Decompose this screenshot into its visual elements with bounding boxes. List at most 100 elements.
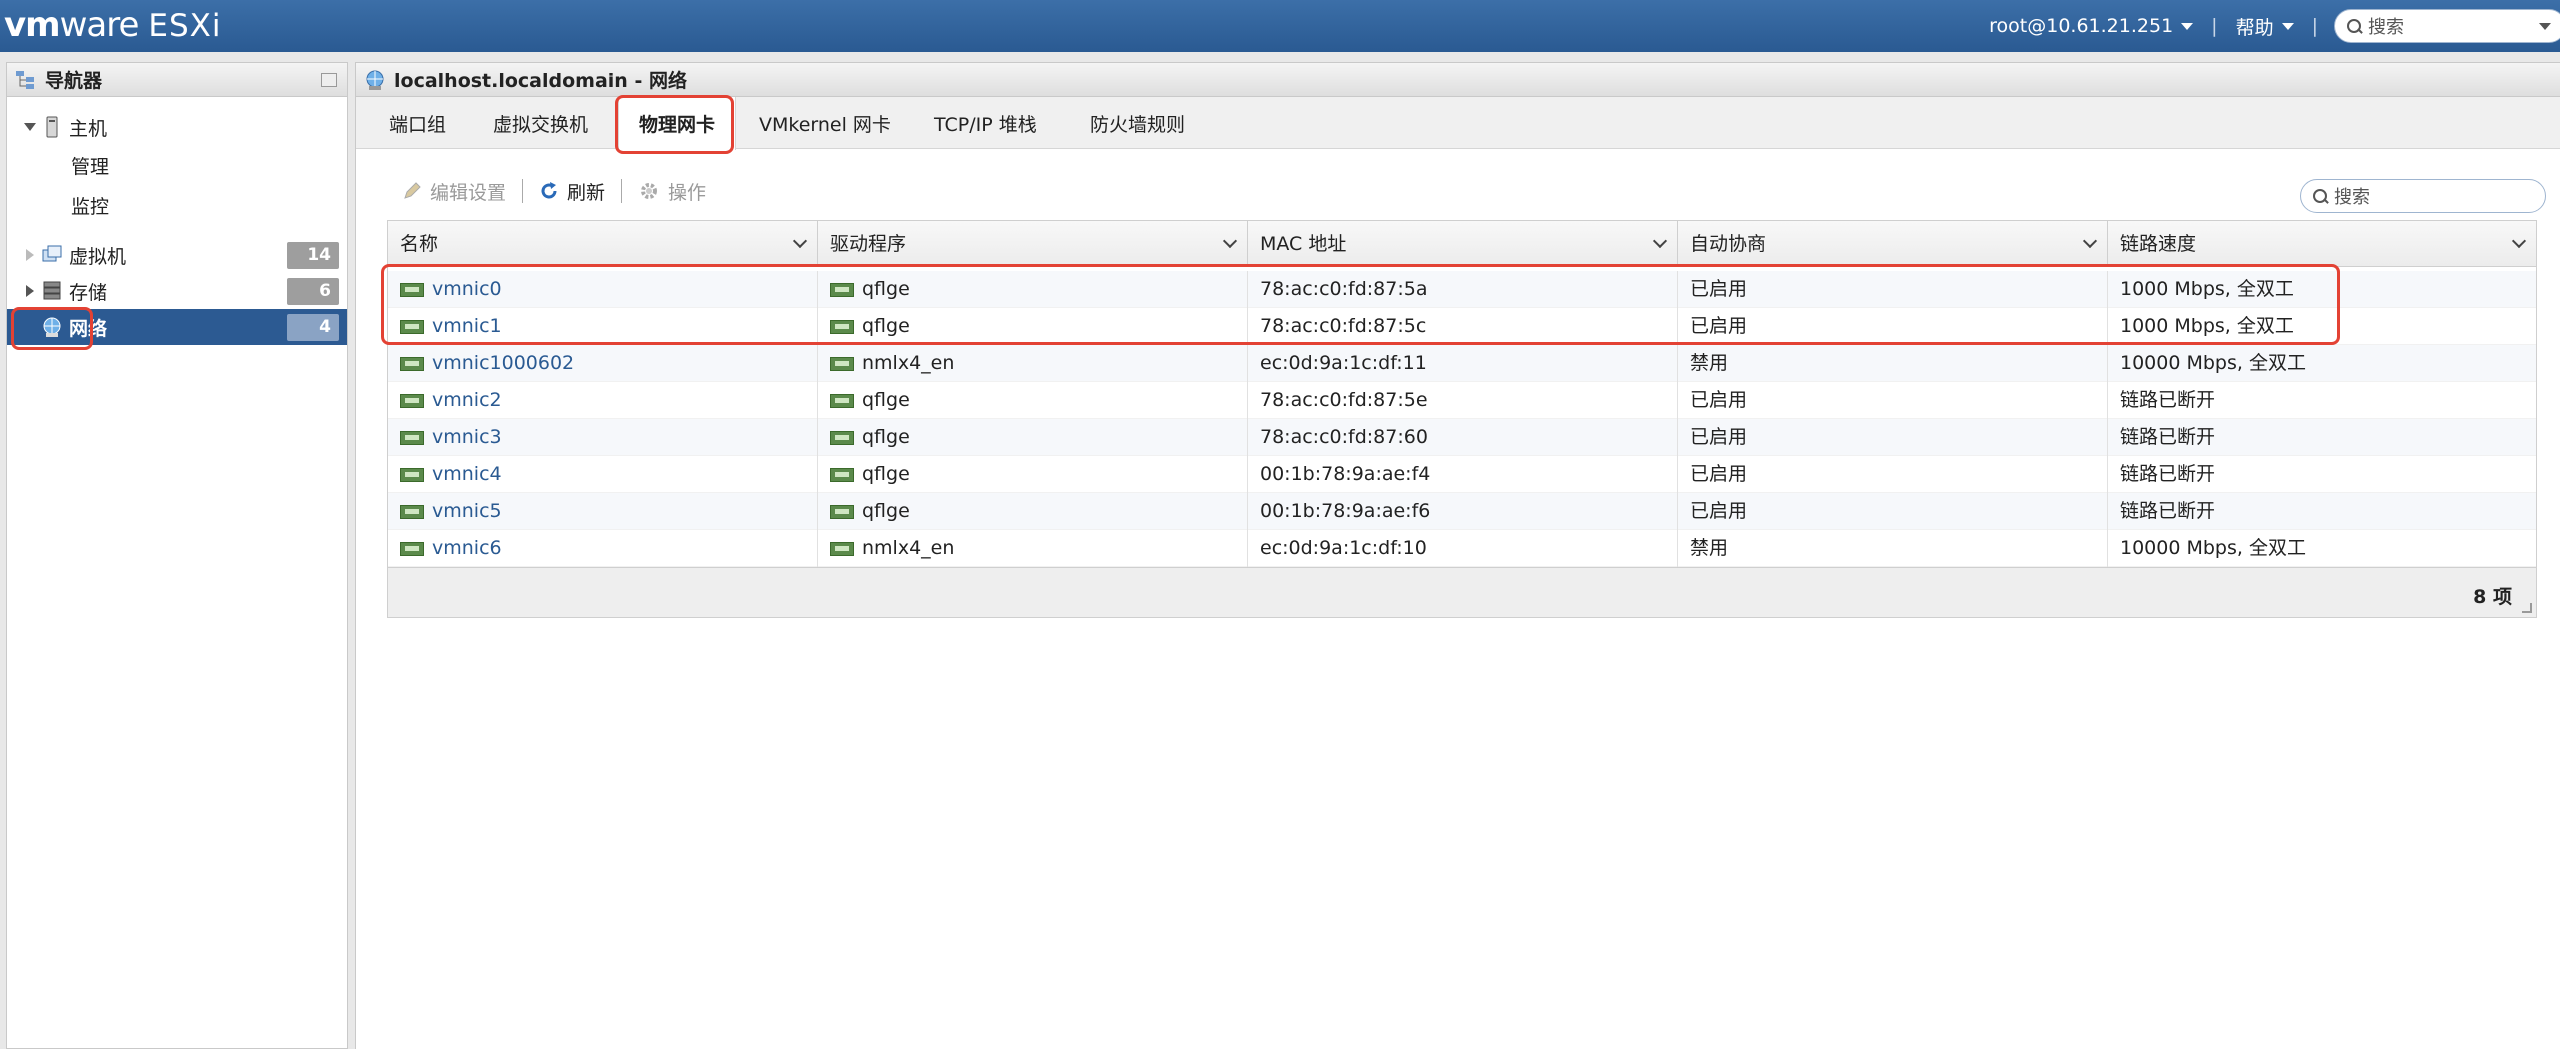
chevron-down-icon[interactable] [2539,22,2551,30]
help-menu[interactable]: 帮助 [2224,13,2306,40]
expand-icon[interactable] [24,123,36,131]
storage-count-badge: 6 [287,277,339,305]
search-placeholder: 搜索 [2368,17,2404,38]
refresh-button[interactable]: 刷新 [529,178,615,205]
cell-driver-text: nmlx4_en [862,537,955,559]
cell-autoneg-text: 已启用 [1690,426,1748,448]
cell-driver-text: qflge [862,426,910,448]
table-row[interactable]: vmnic3 qflge 78:ac:c0:fd:87:60 已启用 链路已断开 [388,419,2536,456]
cell-name[interactable]: vmnic4 [388,456,818,493]
refresh-icon [541,182,557,199]
chevron-down-icon [2181,22,2194,30]
tab-vmkernel-nics[interactable]: VMkernel 网卡 [759,97,891,149]
chevron-down-icon[interactable] [2082,233,2098,249]
global-search-input[interactable]: 搜索 [2334,9,2560,43]
cell-name[interactable]: vmnic5 [388,493,818,530]
cell-driver: qflge [818,419,1248,456]
navigator-title: 导航器 [45,70,103,92]
nav-item-vms[interactable]: 虚拟机 14 [7,237,347,273]
toolbar-separator [621,179,623,203]
cell-speed: 10000 Mbps, 全双工 [2108,530,2536,567]
logo-product: ESXi [148,8,222,44]
edit-settings-label: 编辑设置 [430,181,507,204]
expand-icon[interactable] [26,285,34,297]
nav-monitor-label: 监控 [71,195,110,218]
edit-settings-button[interactable]: 编辑设置 [392,178,516,205]
main-panel: localhost.localdomain - 网络 端口组 虚拟交换机 物理网… [355,62,2560,1049]
search-icon [2347,18,2362,34]
cell-name-text: vmnic5 [432,500,502,522]
cell-driver-text: qflge [862,389,910,411]
chevron-down-icon[interactable] [792,233,808,249]
column-header-name[interactable]: 名称 [388,221,818,267]
chevron-down-icon[interactable] [1222,233,1238,249]
cell-autoneg: 已启用 [1678,419,2108,456]
cell-name[interactable]: vmnic3 [388,419,818,456]
cell-speed: 链路已断开 [2108,419,2536,456]
cell-name-text: vmnic3 [432,426,502,448]
cell-name-text: vmnic2 [432,389,502,411]
chevron-down-icon[interactable] [2511,233,2527,249]
cell-driver-text: nmlx4_en [862,352,955,374]
column-label: 自动协商 [1690,233,1767,255]
nav-item-monitor[interactable]: 监控 [7,187,347,223]
cell-speed-text: 链路已断开 [2120,389,2216,411]
highlight-box-network [11,307,93,350]
table-row[interactable]: vmnic1000602 nmlx4_en ec:0d:9a:1c:df:11 禁用 1… [388,345,2536,382]
page-title: localhost.localdomain - 网络 [394,70,687,92]
nic-icon [830,541,854,556]
cell-name[interactable]: vmnic6 [388,530,818,567]
column-header-mac[interactable]: MAC 地址 [1248,221,1678,267]
cell-driver-text: qflge [862,500,910,522]
user-menu[interactable]: root@10.61.21.251 [1977,15,2205,37]
separator: | [2311,15,2318,37]
cell-name-text: vmnic6 [432,537,502,559]
separator: | [2211,15,2218,37]
table-row[interactable]: vmnic4 qflge 00:1b:78:9a:ae:f4 已启用 链路已断开 [388,456,2536,493]
nic-icon [400,430,424,445]
grid-search-placeholder: 搜索 [2334,187,2370,208]
navigator-icon [16,70,34,89]
vm-icon [42,245,62,262]
table-row[interactable]: vmnic6 nmlx4_en ec:0d:9a:1c:df:10 禁用 10000 M… [388,530,2536,567]
nav-item-host[interactable]: 主机 [7,109,347,145]
nav-item-storage[interactable]: 存储 6 [7,273,347,309]
cell-driver: nmlx4_en [818,530,1248,567]
table-row[interactable]: vmnic2 qflge 78:ac:c0:fd:87:5e 已启用 链路已断开 [388,382,2536,419]
navigator-panel: 导航器 主机 管理 监控 虚拟机 14 存储 6 网络 4 [6,62,348,1049]
tab-firewall-rules[interactable]: 防火墙规则 [1090,97,1185,149]
table-row[interactable]: vmnic5 qflge 00:1b:78:9a:ae:f6 已启用 链路已断开 [388,493,2536,530]
actions-label: 操作 [668,181,707,204]
nic-icon [400,541,424,556]
highlight-box-tab [615,95,734,154]
cell-mac: 00:1b:78:9a:ae:f4 [1248,456,1678,493]
cell-name[interactable]: vmnic2 [388,382,818,419]
grid-search-input[interactable]: 搜索 [2300,179,2546,213]
cell-mac: ec:0d:9a:1c:df:10 [1248,530,1678,567]
tab-tcpip-stacks[interactable]: TCP/IP 堆栈 [934,97,1037,149]
cell-mac-text: 00:1b:78:9a:ae:f6 [1260,500,1431,522]
cell-name[interactable]: vmnic1000602 [388,345,818,382]
resize-handle-icon[interactable] [2522,603,2532,613]
search-icon [2313,188,2328,204]
tab-port-groups[interactable]: 端口组 [389,97,446,149]
column-label: 名称 [400,233,439,255]
chevron-down-icon[interactable] [1652,233,1668,249]
tab-virtual-switches[interactable]: 虚拟交换机 [493,97,588,149]
host-icon [46,116,58,138]
pencil-icon [404,182,421,199]
cell-speed: 链路已断开 [2108,493,2536,530]
logo-vm: vm [4,5,61,45]
column-label: 链路速度 [2120,233,2197,255]
expand-icon[interactable] [26,249,34,261]
collapse-icon[interactable] [321,73,337,87]
column-header-autoneg[interactable]: 自动协商 [1678,221,2108,267]
nic-icon [830,356,854,371]
cell-autoneg: 已启用 [1678,456,2108,493]
column-header-driver[interactable]: 驱动程序 [818,221,1248,267]
nav-item-manage[interactable]: 管理 [7,147,347,183]
nic-icon [830,393,854,408]
nic-icon [400,356,424,371]
actions-button[interactable]: 操作 [628,178,716,205]
column-header-speed[interactable]: 链路速度 [2108,221,2536,267]
